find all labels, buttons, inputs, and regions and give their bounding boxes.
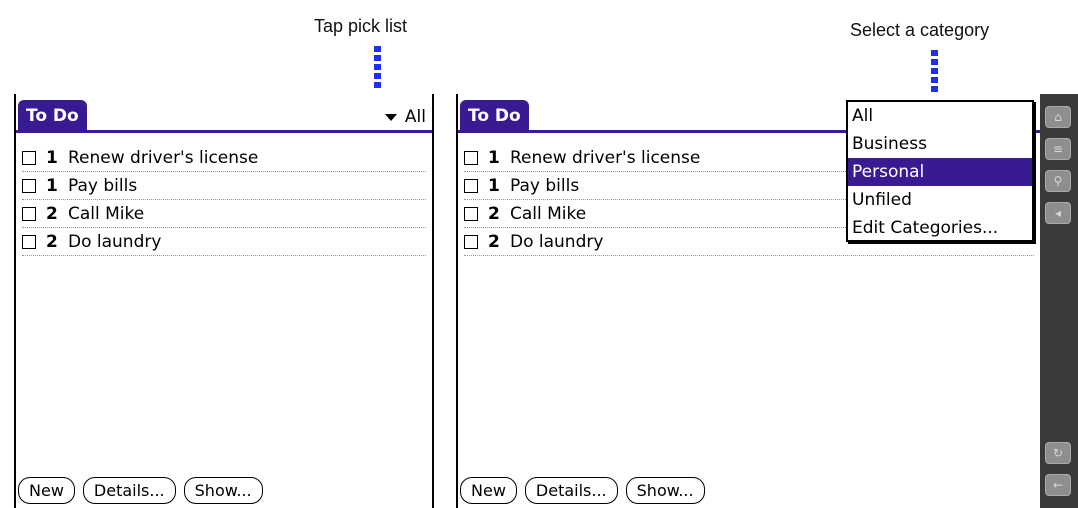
rotate-icon[interactable]: ↻ xyxy=(1045,442,1071,464)
todo-screen-left: To Do All 1 Renew driver's license 1 Pay… xyxy=(14,94,434,508)
triangle-down-icon xyxy=(384,113,397,121)
todo-text[interactable]: Pay bills xyxy=(510,176,579,196)
todo-priority[interactable]: 1 xyxy=(488,176,506,196)
app-title: To Do xyxy=(460,100,529,132)
checkbox[interactable] xyxy=(464,206,478,221)
menu-icon[interactable]: ≡ xyxy=(1045,138,1071,160)
todo-priority[interactable]: 1 xyxy=(46,176,64,196)
todo-text[interactable]: Do laundry xyxy=(510,232,603,252)
category-option-unfiled[interactable]: Unfiled xyxy=(848,186,1032,214)
find-icon[interactable]: ⚲ xyxy=(1045,170,1071,192)
checkbox[interactable] xyxy=(464,150,478,165)
todo-text[interactable]: Pay bills xyxy=(68,176,137,196)
app-title: To Do xyxy=(18,100,87,132)
todo-text[interactable]: Call Mike xyxy=(510,204,586,224)
home-icon[interactable]: ⌂ xyxy=(1045,106,1071,128)
todo-row[interactable]: 2 Do laundry xyxy=(22,228,426,256)
todo-row[interactable]: 1 Pay bills xyxy=(22,172,426,200)
checkbox[interactable] xyxy=(22,234,36,249)
checkbox[interactable] xyxy=(464,234,478,249)
title-underline xyxy=(16,130,432,133)
show-button[interactable]: Show... xyxy=(183,477,263,504)
category-label: All xyxy=(404,107,426,127)
todo-text[interactable]: Renew driver's license xyxy=(510,148,700,168)
checkbox[interactable] xyxy=(22,178,36,193)
checkbox[interactable] xyxy=(464,178,478,193)
checkbox[interactable] xyxy=(22,150,36,165)
details-button[interactable]: Details... xyxy=(82,477,176,504)
show-button[interactable]: Show... xyxy=(625,477,705,504)
speaker-icon[interactable]: ◂ xyxy=(1045,202,1071,224)
todo-priority[interactable]: 2 xyxy=(46,232,64,252)
category-option-personal[interactable]: Personal xyxy=(848,158,1032,186)
todo-priority[interactable]: 2 xyxy=(46,204,64,224)
new-button[interactable]: New xyxy=(18,477,75,504)
todo-row[interactable]: 1 Renew driver's license xyxy=(22,144,426,172)
title-bar: To Do All xyxy=(16,94,432,134)
todo-priority[interactable]: 1 xyxy=(488,148,506,168)
todo-priority[interactable]: 1 xyxy=(46,148,64,168)
callout-line-left xyxy=(374,46,381,91)
details-button[interactable]: Details... xyxy=(524,477,618,504)
button-bar: New Details... Show... xyxy=(18,477,263,504)
todo-text[interactable]: Do laundry xyxy=(68,232,161,252)
category-option-all[interactable]: All xyxy=(848,102,1032,130)
todo-list: 1 Renew driver's license 1 Pay bills 2 C… xyxy=(22,144,426,256)
new-button[interactable]: New xyxy=(460,477,517,504)
button-bar: New Details... Show... xyxy=(460,477,705,504)
todo-row[interactable]: 2 Call Mike xyxy=(22,200,426,228)
todo-priority[interactable]: 2 xyxy=(488,232,506,252)
todo-text[interactable]: Renew driver's license xyxy=(68,148,258,168)
checkbox[interactable] xyxy=(22,206,36,221)
silkscreen-sidebar: ⌂ ≡ ⚲ ◂ ↻ ← xyxy=(1040,94,1078,508)
todo-priority[interactable]: 2 xyxy=(488,204,506,224)
callout-select-category: Select a category xyxy=(850,20,990,40)
callout-tap-pick-list: Tap pick list xyxy=(314,16,408,36)
todo-text[interactable]: Call Mike xyxy=(68,204,144,224)
category-option-business[interactable]: Business xyxy=(848,130,1032,158)
category-option-edit-categories[interactable]: Edit Categories... xyxy=(848,214,1032,242)
category-pick-list[interactable]: All xyxy=(384,106,426,128)
back-arrow-icon[interactable]: ← xyxy=(1045,474,1071,496)
category-menu: All Business Personal Unfiled Edit Categ… xyxy=(846,100,1034,242)
